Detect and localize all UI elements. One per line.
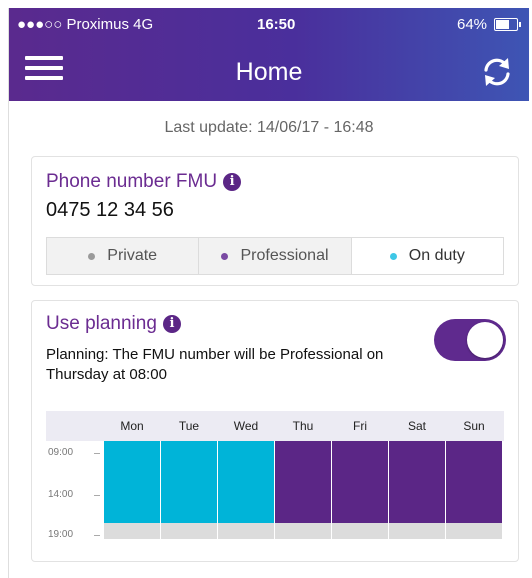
mode-selector: Private Professional On duty bbox=[46, 237, 504, 275]
schedule-cell-empty-sun[interactable] bbox=[446, 523, 502, 539]
on-duty-dot-icon bbox=[389, 252, 397, 260]
phone-number-label: Phone number FMU bbox=[46, 171, 218, 192]
schedule-cell-sun[interactable] bbox=[446, 441, 502, 523]
info-icon[interactable]: i bbox=[162, 315, 181, 333]
app-header: ●●●○○ Proximus 4G 16:50 64% Home bbox=[9, 8, 529, 101]
hour-label: 19:00 bbox=[48, 529, 74, 540]
hour-tick bbox=[94, 535, 100, 536]
mode-private-label: Private bbox=[107, 247, 158, 264]
schedule-cell-sat[interactable] bbox=[389, 441, 445, 523]
day-label-tue: Tue bbox=[178, 419, 200, 433]
planning-description: Planning: The FMU number will be Profess… bbox=[46, 346, 384, 383]
carrier-status: ●●●○○ Proximus 4G bbox=[17, 16, 154, 33]
clock: 16:50 bbox=[257, 16, 296, 33]
schedule-cell-empty-fri[interactable] bbox=[332, 523, 388, 539]
phone-number-heading: Phone number FMU i bbox=[46, 171, 242, 193]
mode-professional-label: Professional bbox=[240, 247, 329, 264]
planning-grid[interactable]: Mon Tue Wed Thu Fri Sat Sun 09:00 14:00 19:00 bbox=[46, 411, 504, 540]
hour-label: 09:00 bbox=[48, 447, 74, 458]
hour-tick bbox=[94, 495, 100, 496]
phone-number-card: Phone number FMU i 0475 12 34 56 Private … bbox=[31, 156, 519, 286]
day-label-wed: Wed bbox=[233, 419, 259, 433]
schedule-cell-empty-wed[interactable] bbox=[218, 523, 274, 539]
mode-private[interactable]: Private bbox=[47, 238, 200, 274]
schedule-cell-empty-sat[interactable] bbox=[389, 523, 445, 539]
schedule-cell-empty-tue[interactable] bbox=[161, 523, 217, 539]
day-label-fri: Fri bbox=[353, 419, 367, 433]
mode-professional[interactable]: Professional bbox=[199, 238, 352, 274]
hour-label: 14:00 bbox=[48, 489, 74, 500]
page-title: Home bbox=[235, 58, 303, 86]
app-frame: ●●●○○ Proximus 4G 16:50 64% Home Last up… bbox=[8, 8, 529, 578]
day-label-mon: Mon bbox=[120, 419, 144, 433]
phone-number-value: 0475 12 34 56 bbox=[46, 199, 174, 221]
day-label-thu: Thu bbox=[292, 419, 314, 433]
hour-tick bbox=[94, 453, 100, 454]
schedule-cell-empty-mon[interactable] bbox=[104, 523, 160, 539]
schedule-cell-thu[interactable] bbox=[275, 441, 331, 523]
schedule-cell-empty-thu[interactable] bbox=[275, 523, 331, 539]
schedule-cell-fri[interactable] bbox=[332, 441, 388, 523]
day-label-sat: Sat bbox=[407, 419, 426, 433]
schedule-cell-tue[interactable] bbox=[161, 441, 217, 523]
battery-icon bbox=[494, 18, 521, 31]
last-update-text: Last update: 14/06/17 - 16:48 bbox=[164, 119, 374, 136]
battery-percent: 64% bbox=[457, 16, 488, 33]
info-icon[interactable]: i bbox=[223, 173, 242, 191]
schedule-cell-wed[interactable] bbox=[218, 441, 274, 523]
mode-on-duty-label: On duty bbox=[408, 247, 465, 264]
planning-card: Use planning i Planning: The FMU number w… bbox=[31, 300, 519, 562]
toggle-knob bbox=[467, 322, 503, 358]
day-label-sun: Sun bbox=[463, 419, 485, 433]
planning-heading: Use planning i bbox=[46, 313, 181, 335]
refresh-icon[interactable] bbox=[479, 54, 515, 90]
private-dot-icon bbox=[88, 252, 96, 260]
schedule-cell-mon[interactable] bbox=[104, 441, 160, 523]
use-planning-toggle[interactable] bbox=[434, 319, 506, 361]
mode-on-duty[interactable]: On duty bbox=[351, 238, 503, 274]
professional-dot-icon bbox=[221, 252, 229, 260]
use-planning-label: Use planning bbox=[46, 313, 157, 334]
